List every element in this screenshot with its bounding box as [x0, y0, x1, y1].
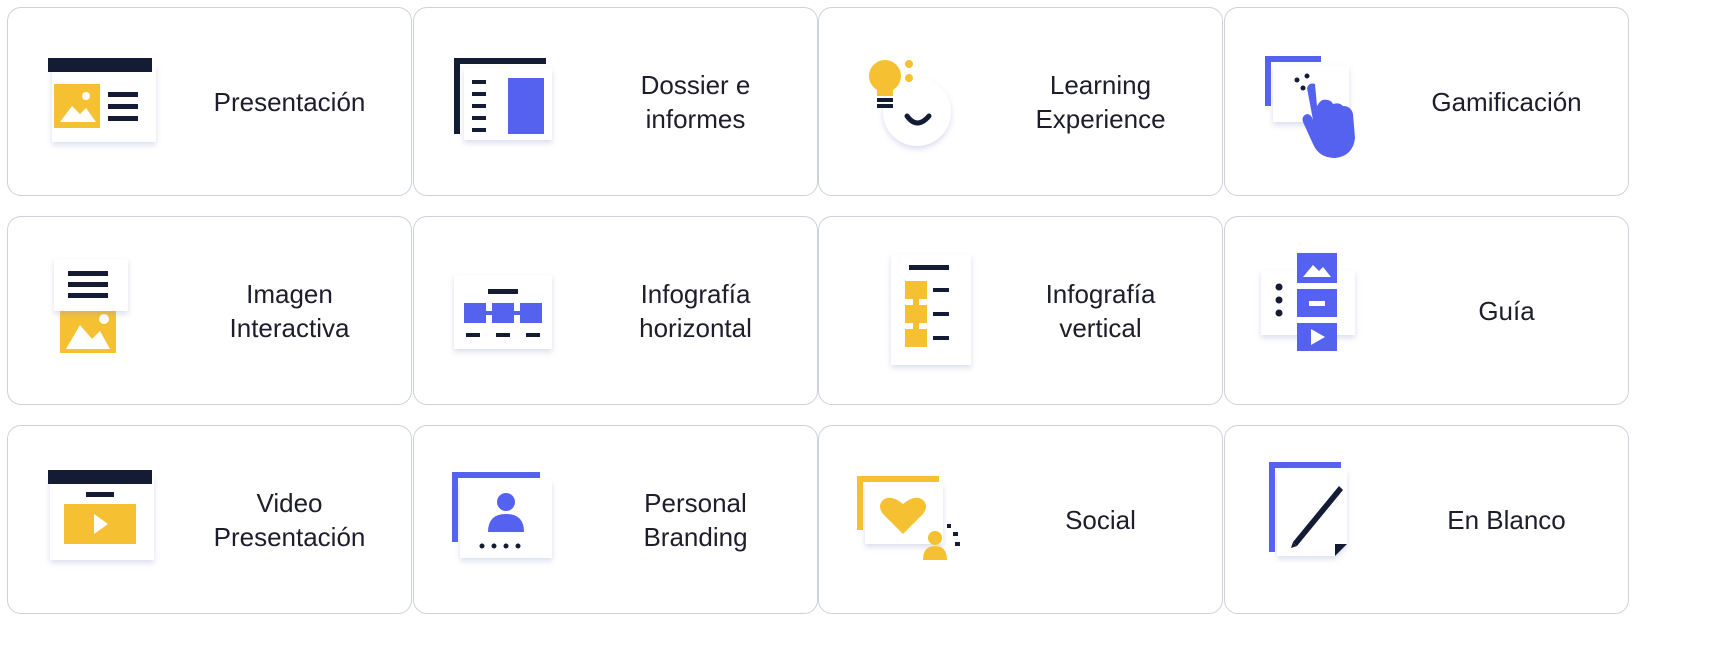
- gamification-icon: [1255, 44, 1385, 164]
- template-card-imagen-interactiva[interactable]: Imagen Interactiva: [7, 216, 412, 405]
- vertical-infographic-icon: [849, 253, 979, 373]
- video-presentation-icon: [38, 462, 168, 582]
- template-label: Presentación: [213, 86, 366, 117]
- template-card-learning-experience[interactable]: Learning Experience: [818, 7, 1223, 196]
- horizontal-infographic-icon: [444, 253, 574, 373]
- blank-icon: [1255, 462, 1385, 582]
- template-label: Social: [1065, 504, 1136, 535]
- template-card-dossier[interactable]: Dossier e informes: [413, 7, 818, 196]
- template-label: En Blanco: [1447, 504, 1566, 535]
- interactive-image-icon: [38, 253, 168, 373]
- template-label: Gamificación: [1431, 86, 1582, 117]
- template-card-guia[interactable]: Guía: [1224, 216, 1629, 405]
- template-card-presentacion[interactable]: Presentación: [7, 7, 412, 196]
- personal-branding-icon: [444, 462, 574, 582]
- dossier-icon: [444, 44, 574, 164]
- template-card-infografia-horizontal[interactable]: Infografía horizontal: [413, 216, 818, 405]
- template-label: Infografía vertical: [1045, 278, 1156, 343]
- template-card-video-presentacion[interactable]: Video Presentación: [7, 425, 412, 614]
- template-label: Guía: [1478, 295, 1535, 326]
- presentation-icon: [38, 44, 168, 164]
- template-label: Imagen Interactiva: [229, 278, 350, 343]
- template-card-infografia-vertical[interactable]: Infografía vertical: [818, 216, 1223, 405]
- template-label: Infografía horizontal: [639, 278, 752, 343]
- template-card-social[interactable]: Social: [818, 425, 1223, 614]
- social-icon: [849, 462, 979, 582]
- template-card-en-blanco[interactable]: En Blanco: [1224, 425, 1629, 614]
- template-label: Personal Branding: [643, 487, 748, 552]
- learning-experience-icon: [849, 44, 979, 164]
- template-grid: Presentación Dossier e informes Learning…: [0, 0, 1731, 651]
- guide-icon: [1255, 253, 1385, 373]
- template-card-personal-branding[interactable]: Personal Branding: [413, 425, 818, 614]
- template-label: Video Presentación: [213, 487, 366, 552]
- template-label: Dossier e informes: [640, 69, 751, 134]
- template-card-gamificacion[interactable]: Gamificación: [1224, 7, 1629, 196]
- template-label: Learning Experience: [1035, 69, 1166, 134]
